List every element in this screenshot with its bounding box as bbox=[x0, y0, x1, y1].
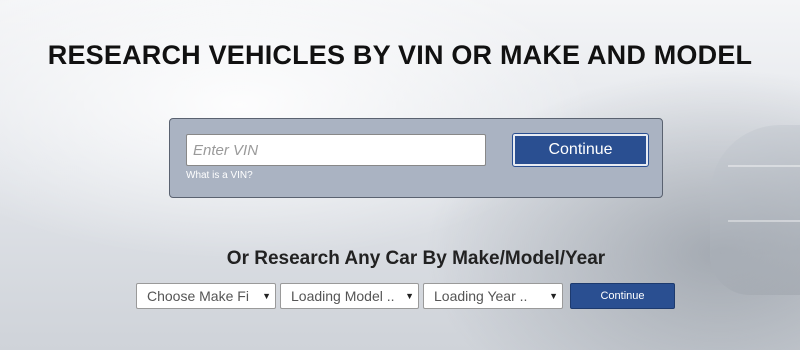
chevron-down-icon: ▼ bbox=[549, 291, 558, 301]
model-select[interactable]: Loading Model .. ▼ bbox=[280, 283, 419, 309]
make-select-value: Choose Make Fi bbox=[147, 288, 249, 304]
make-model-heading: Or Research Any Car By Make/Model/Year bbox=[226, 248, 606, 269]
chevron-down-icon: ▼ bbox=[405, 291, 414, 301]
year-select-value: Loading Year .. bbox=[434, 288, 528, 304]
chevron-down-icon: ▼ bbox=[262, 291, 271, 301]
make-select[interactable]: Choose Make Fi ▼ bbox=[136, 283, 276, 309]
model-select-value: Loading Model .. bbox=[291, 288, 395, 304]
vin-input[interactable] bbox=[186, 134, 486, 166]
vin-continue-button[interactable]: Continue bbox=[512, 133, 649, 167]
year-select[interactable]: Loading Year .. ▼ bbox=[423, 283, 563, 309]
page-title: RESEARCH VEHICLES BY VIN OR MAKE AND MOD… bbox=[47, 40, 753, 70]
make-model-continue-button[interactable]: Continue bbox=[570, 283, 675, 309]
what-is-vin-link[interactable]: What is a VIN? bbox=[186, 170, 253, 181]
vin-search-panel: What is a VIN? Continue bbox=[169, 118, 663, 198]
